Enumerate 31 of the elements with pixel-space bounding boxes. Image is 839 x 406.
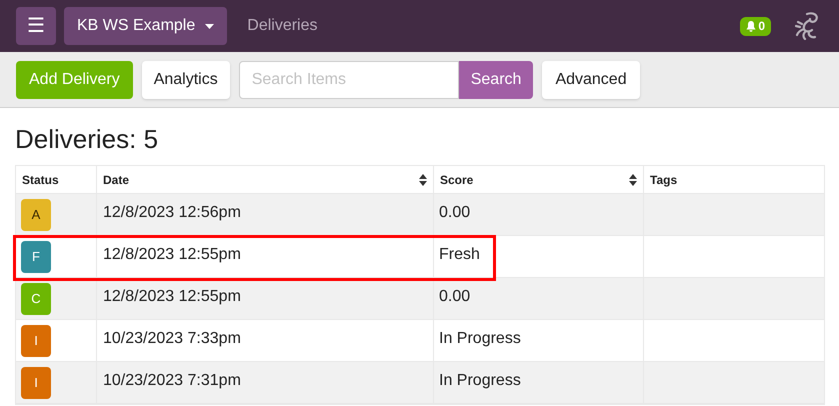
date-cell: 12/8/2023 12:55pm <box>103 246 241 263</box>
status-badge: I <box>21 367 51 399</box>
page-heading: Deliveries: 5 <box>15 123 160 156</box>
score-cell: In Progress <box>439 372 521 389</box>
caret-icon <box>205 24 214 28</box>
page-title: Deliveries <box>247 16 318 36</box>
date-cell: 10/23/2023 7:31pm <box>103 372 241 389</box>
search-button[interactable]: Search <box>458 60 534 98</box>
bell-icon <box>746 20 756 32</box>
score-cell: 0.00 <box>439 288 470 305</box>
column-header[interactable]: Score <box>434 166 644 193</box>
column-header: Status <box>16 166 97 193</box>
status-badge: I <box>21 325 51 357</box>
sort-icon <box>629 174 637 186</box>
column-header[interactable]: Date <box>97 166 434 193</box>
status-badge: F <box>21 241 51 273</box>
sort-icon <box>419 174 427 186</box>
workspace-dropdown[interactable]: KB WS Example <box>64 7 228 45</box>
score-cell: 0.00 <box>439 204 470 221</box>
search-field[interactable]: Search Items <box>238 60 459 98</box>
analytics-button[interactable]: Analytics <box>142 60 230 98</box>
date-cell: 12/8/2023 12:56pm <box>103 204 241 221</box>
date-cell: 12/8/2023 12:55pm <box>103 288 241 305</box>
status-badge: C <box>21 283 51 315</box>
menu-button[interactable]: ☰ <box>16 7 56 45</box>
status-badge: A <box>21 199 51 231</box>
column-header: Tags <box>649 172 678 188</box>
score-cell: Fresh <box>439 246 480 263</box>
date-cell: 10/23/2023 7:33pm <box>103 330 241 347</box>
advanced-button[interactable]: Advanced <box>542 60 640 98</box>
score-cell: In Progress <box>439 330 521 347</box>
